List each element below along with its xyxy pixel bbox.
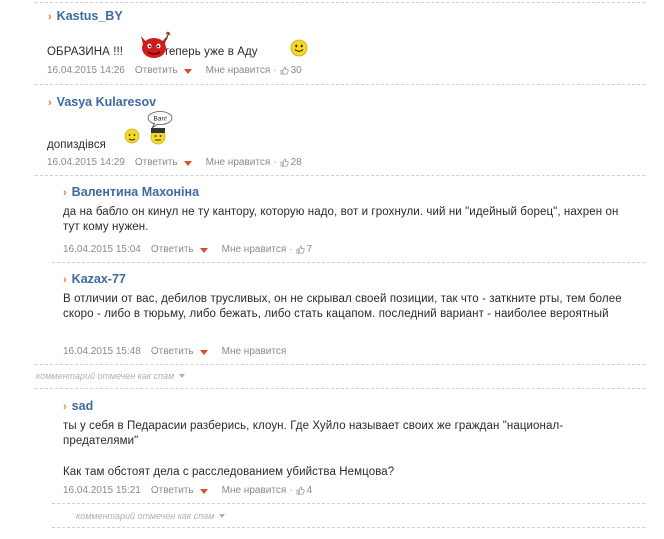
caret-down-icon[interactable] [199,350,208,355]
caret-down-icon[interactable] [199,489,208,494]
comment-date: 16.04.2015 14:29 [47,157,125,168]
separator [35,364,645,365]
comment-date: 16.04.2015 14:26 [47,65,125,76]
comment-text: ты у себя в Педарасии разберись, клоун. … [63,420,564,447]
chevron-right-icon: › [63,401,67,413]
separator [52,503,645,504]
smiley-emoji-icon [290,39,308,57]
comment-text: допиздівся [47,139,106,151]
separator [52,527,645,528]
chevron-right-icon: › [48,11,52,23]
like-button[interactable]: Мне нравится [206,65,271,76]
like-button[interactable]: Мне нравится [222,346,287,357]
comment-meta: 16.04.2015 14:26 Ответить Мне нравится ·… [47,65,302,76]
comment-author[interactable]: › sad [63,399,93,413]
comment-date: 16.04.2015 15:04 [63,244,141,255]
comment-author[interactable]: › Vasya Kularesov [48,95,156,109]
separator [35,388,645,389]
separator [35,2,645,3]
separator [35,175,645,176]
reply-button[interactable]: Ответить [135,65,178,76]
caret-down-icon[interactable] [219,514,226,518]
comment-meta: 16.04.2015 15:04 Ответить Мне нравится ·… [63,244,312,255]
reply-button[interactable]: Ответить [151,244,194,255]
caret-down-icon[interactable] [179,374,186,378]
comment-meta: 16.04.2015 15:21 Ответить Мне нравится ·… [63,485,312,496]
separator-dot: · [273,65,277,76]
like-count: 4 [306,485,313,496]
comment-author[interactable]: › Kastus_BY [48,9,123,23]
chevron-right-icon: › [63,187,67,199]
like-button[interactable]: Мне нравится [222,244,287,255]
comment-author[interactable]: › Валентина Махоніна [63,185,199,199]
caret-down-icon[interactable] [183,161,192,166]
separator-dot: · [273,157,277,168]
comment-text: да на бабло он кинул не ту кантору, кото… [63,206,619,233]
thumbs-up-icon [280,158,289,167]
reply-button[interactable]: Ответить [151,346,194,357]
collapsed-note: комментарий отмечен как спам [76,511,215,521]
like-count: 7 [306,244,313,255]
collapsed-comment[interactable]: комментарий отмечен как спам [76,511,226,521]
comment-author[interactable]: › Kazax-77 [63,272,126,286]
comment-date: 16.04.2015 15:48 [63,346,141,357]
chevron-right-icon: › [48,97,52,109]
separator-dot: · [289,485,293,496]
ban-bubble-text: Ban! [154,116,168,123]
comment-meta: 16.04.2015 15:48 Ответить Мне нравится [63,346,286,357]
like-button[interactable]: Мне нравится [206,157,271,168]
chevron-right-icon: › [63,274,67,286]
caret-down-icon[interactable] [199,248,208,253]
comment-text-second: Как там обстоят дела с расследованием уб… [63,466,395,478]
like-count: 30 [290,65,302,76]
reply-button[interactable]: Ответить [151,485,194,496]
caret-down-icon[interactable] [183,69,192,74]
separator [52,262,645,263]
collapsed-note: комментарий отмечен как спам [36,371,175,381]
collapsed-comment[interactable]: комментарий отмечен как спам [36,371,186,381]
thumbs-up-icon [296,245,305,254]
thumbs-up-icon [296,486,305,495]
comment-meta: 16.04.2015 14:29 Ответить Мне нравится ·… [47,157,302,168]
comment-date: 16.04.2015 15:21 [63,485,141,496]
comment-text: В отличии от вас, дебилов трусливых, он … [63,293,622,320]
separator-dot: · [289,244,293,255]
devil-emoji-icon [141,31,171,58]
thumbs-up-icon [280,66,289,75]
reply-button[interactable]: Ответить [135,157,178,168]
like-button[interactable]: Мне нравится [222,485,287,496]
comment-thread: › Kastus_BY ОБРАЗИНА !!! теперь уже в Аду… [0,0,664,539]
ban-emoji-icon: Ban! [124,111,173,145]
like-count: 28 [290,157,302,168]
separator [35,84,645,85]
